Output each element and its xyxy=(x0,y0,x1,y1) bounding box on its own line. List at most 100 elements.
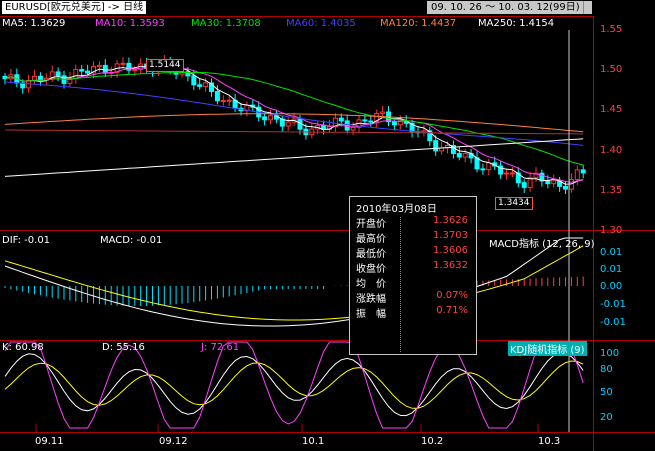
candle-body xyxy=(433,140,439,152)
price-tick: 1.50 xyxy=(600,64,623,75)
dif-line xyxy=(4,237,584,327)
candle-body xyxy=(504,172,509,175)
high-price-label: 1.5144 xyxy=(146,59,184,72)
candle-body xyxy=(226,99,232,102)
candle-body xyxy=(73,69,79,79)
x-axis-label: 10.2 xyxy=(421,436,444,447)
k-line xyxy=(4,352,584,417)
info-date: 2010年03月08日 xyxy=(356,204,437,215)
x-axis-label: 09.12 xyxy=(159,436,188,447)
ma-long-line xyxy=(5,129,584,135)
candle-body xyxy=(391,121,397,126)
price-tick: 1.40 xyxy=(600,145,623,156)
candle-body xyxy=(362,119,368,122)
candle-body xyxy=(191,75,197,86)
info-label: 收盘价 xyxy=(356,264,386,275)
candle-body xyxy=(132,69,138,72)
instrument-title[interactable]: EURUSD[欧元兑美元] -> 日线 xyxy=(2,1,147,14)
dea-line xyxy=(4,245,584,321)
k-value: K: 60.98 xyxy=(2,342,44,353)
info-row-change: 涨跌幅 0.07% xyxy=(356,290,472,305)
candle-body xyxy=(474,157,480,170)
info-value: 0.07% xyxy=(436,290,468,301)
x-axis-label: 10.3 xyxy=(538,436,561,447)
candle-body xyxy=(268,115,273,121)
price-tick: 1.45 xyxy=(600,104,623,115)
macd-panel xyxy=(4,237,584,327)
info-label: 最高价 xyxy=(356,234,386,245)
j-line xyxy=(4,341,584,429)
info-row-open: 开盘价 1.3626 xyxy=(356,215,472,230)
ohlc-info-panel: 2010年03月08日 开盘价 1.3626 最高价 1.3703 最低价 1.… xyxy=(349,196,477,355)
candle-body xyxy=(197,84,203,87)
info-value: 1.3632 xyxy=(433,260,468,271)
kdj-panel xyxy=(4,341,584,432)
candle-body xyxy=(79,69,85,72)
info-label: 涨跌幅 xyxy=(356,294,386,305)
info-row-amplitude: 振 幅 0.71% xyxy=(356,305,472,320)
candle-body xyxy=(574,169,580,181)
candle-body xyxy=(486,162,492,171)
info-row-avg: 均 价 xyxy=(356,275,472,290)
macd-tick: -0.01 xyxy=(600,317,626,328)
kdj-tick: 100 xyxy=(600,348,620,359)
candle-body xyxy=(551,180,557,185)
macd-tick: 0.01 xyxy=(600,264,623,275)
info-value: 1.3606 xyxy=(433,245,468,256)
x-axis-label: 10.1 xyxy=(302,436,325,447)
info-value: 0.71% xyxy=(436,305,468,316)
candle-body xyxy=(368,120,374,123)
title-bar: EURUSD[欧元兑美元] -> 日线 09. 10. 26 ～ 10. 03.… xyxy=(0,0,655,16)
ma250-line xyxy=(4,138,584,177)
macd-tick: 0.00 xyxy=(600,281,623,292)
candle-body xyxy=(220,100,226,103)
candle-body xyxy=(203,82,209,87)
price-tick: 1.55 xyxy=(600,24,623,35)
d-value: D: 55.16 xyxy=(102,342,145,353)
candle-body xyxy=(262,116,268,121)
candle-body xyxy=(480,168,486,171)
panel-divider xyxy=(0,432,655,433)
info-label: 开盘价 xyxy=(356,219,386,230)
candle-body xyxy=(120,62,126,65)
info-label: 最低价 xyxy=(356,249,386,260)
info-row-close: 收盘价 1.3632 xyxy=(356,260,472,275)
candle-body xyxy=(521,182,527,188)
candle-body xyxy=(380,111,386,114)
candle-body xyxy=(55,71,61,77)
candle-body xyxy=(85,70,91,74)
candle-body xyxy=(338,117,344,122)
info-value: 1.3626 xyxy=(433,215,468,226)
macd-value: MACD: -0.01 xyxy=(100,235,163,246)
info-label: 均 价 xyxy=(356,279,386,290)
x-axis-label: 09.11 xyxy=(35,436,64,447)
info-row-high: 最高价 1.3703 xyxy=(356,230,472,245)
info-value: 1.3703 xyxy=(433,230,468,241)
kdj-tick: 80 xyxy=(600,364,613,375)
price-tick: 1.30 xyxy=(600,225,623,236)
scroll-button[interactable] xyxy=(583,1,592,14)
macd-title[interactable]: MACD指标 (12, 26, 9) xyxy=(489,235,594,250)
info-label: 振 幅 xyxy=(356,309,386,320)
low-price-label: 1.3434 xyxy=(495,197,533,210)
candle-body xyxy=(509,172,515,175)
candle-body xyxy=(96,64,102,68)
candle-body xyxy=(563,185,568,190)
date-range: 09. 10. 26 ～ 10. 03. 12(99日) xyxy=(427,1,584,14)
macd-tick: -0.01 xyxy=(600,299,626,310)
macd-tick: 0.01 xyxy=(600,247,623,258)
chart-canvas[interactable] xyxy=(0,16,593,432)
candle-body xyxy=(545,180,551,185)
candle-body xyxy=(456,152,462,158)
j-value: J: 72.61 xyxy=(201,342,240,353)
kdj-title[interactable]: KDJ随机指标 (9) xyxy=(508,341,587,356)
info-row-low: 最低价 1.3606 xyxy=(356,245,472,260)
candle-body xyxy=(285,121,291,127)
kdj-tick: 20 xyxy=(600,412,613,423)
kdj-tick: 50 xyxy=(600,387,613,398)
candle-body xyxy=(214,91,220,102)
d-line xyxy=(4,360,584,409)
dif-value: DIF: -0.01 xyxy=(2,235,51,246)
candle-body xyxy=(462,153,468,158)
price-tick: 1.35 xyxy=(600,185,623,196)
